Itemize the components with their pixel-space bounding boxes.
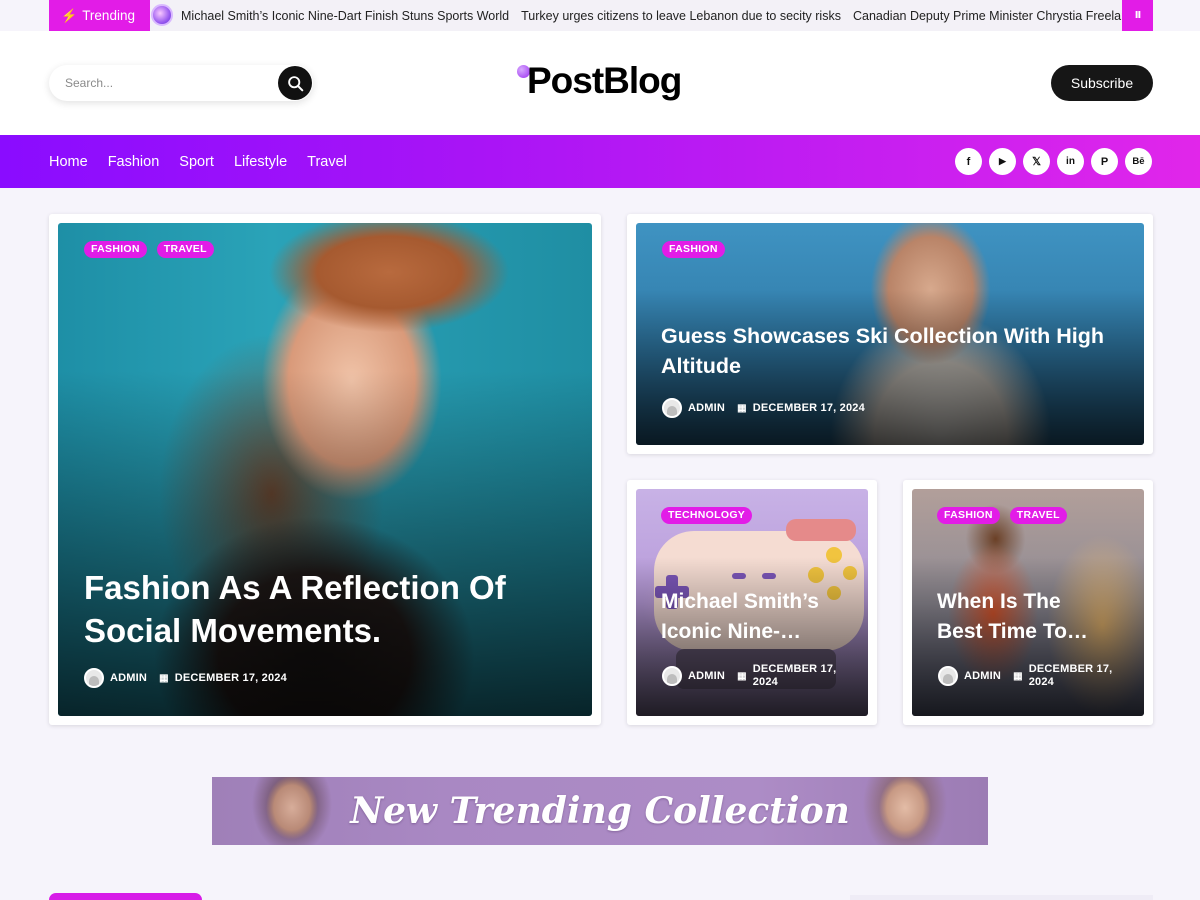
hero-post-title[interactable]: Fashion As A Reflection Of Social Moveme… <box>84 566 564 652</box>
pause-button[interactable]: II <box>1122 0 1153 31</box>
post-author[interactable]: ADMIN <box>688 402 725 414</box>
tag-fashion[interactable]: FASHION <box>662 241 725 258</box>
post-date: DECEMBER 17, 2024 <box>174 672 287 684</box>
avatar <box>662 666 682 686</box>
tag-travel[interactable]: TRAVEL <box>156 241 214 258</box>
ticker-item[interactable]: Canadian Deputy Prime Minister Chrystia … <box>853 9 1128 23</box>
hero-post-tags: FASHION TRAVEL <box>84 241 214 258</box>
behance-icon[interactable]: Bē <box>1125 148 1152 175</box>
subscribe-button[interactable]: Subscribe <box>1051 65 1153 101</box>
post-author[interactable]: ADMIN <box>688 670 725 682</box>
lightning-icon: ⚡ <box>61 7 78 23</box>
avatar <box>938 666 958 686</box>
post-date: DECEMBER 17, 2024 <box>1028 663 1113 688</box>
post-date: DECEMBER 17, 2024 <box>752 402 865 414</box>
featured-post-meta: ADMIN ▦ DECEMBER 17, 2024 <box>662 398 865 418</box>
tag-technology[interactable]: TECHNOLOGY <box>661 507 753 524</box>
post-date: DECEMBER 17, 2024 <box>752 663 837 688</box>
promo-banner[interactable]: New Trending Collection <box>212 777 988 845</box>
small-post-meta: ADMIN ▦ DECEMBER 17, 2024 <box>938 663 1138 689</box>
ticker-items: Michael Smith’s Iconic Nine-Dart Finish … <box>181 0 1128 31</box>
small-post-meta: ADMIN ▦ DECEMBER 17, 2024 <box>662 663 862 689</box>
youtube-icon[interactable]: ▶ <box>989 148 1016 175</box>
sidebar-widget-edge <box>850 895 1153 900</box>
avatar <box>662 398 682 418</box>
small-post-title[interactable]: When Is The Best Time To… <box>937 587 1097 647</box>
nav-lifestyle[interactable]: Lifestyle <box>234 154 287 170</box>
main-nav: Home Fashion Sport Lifestyle Travel f ▶ … <box>0 135 1200 188</box>
featured-post-tags: FASHION <box>662 241 725 258</box>
small-post-tags: TECHNOLOGY <box>661 507 753 524</box>
facebook-icon[interactable]: f <box>955 148 982 175</box>
small-post-card[interactable]: TECHNOLOGY Michael Smith’s Iconic Nine-…… <box>627 480 877 725</box>
nav-links: Home Fashion Sport Lifestyle Travel <box>49 135 367 188</box>
post-author[interactable]: ADMIN <box>110 672 147 684</box>
pause-icon: II <box>1134 10 1142 21</box>
pinterest-icon[interactable]: P <box>1091 148 1118 175</box>
post-author[interactable]: ADMIN <box>964 670 1001 682</box>
calendar-icon: ▦ <box>737 402 747 414</box>
site-header: PostBlog Subscribe <box>0 31 1200 135</box>
nav-fashion[interactable]: Fashion <box>108 154 160 170</box>
nav-sport[interactable]: Sport <box>179 154 214 170</box>
trending-ticker: ⚡ Trending Michael Smith’s Iconic Nine-D… <box>0 0 1200 31</box>
banner-text: New Trending Collection <box>350 790 850 832</box>
avatar <box>84 668 104 688</box>
featured-post-title[interactable]: Guess Showcases Ski Collection With High… <box>661 321 1111 381</box>
trending-badge: ⚡ Trending <box>49 0 150 31</box>
small-post-title[interactable]: Michael Smith’s Iconic Nine-… <box>661 587 846 647</box>
ticker-thumbnail[interactable] <box>151 4 173 26</box>
nav-home[interactable]: Home <box>49 154 88 170</box>
ticker-track: ⚡ Trending Michael Smith’s Iconic Nine-D… <box>49 0 1153 31</box>
small-post-card[interactable]: FASHION TRAVEL When Is The Best Time To…… <box>903 480 1153 725</box>
social-links: f ▶ 𝕏 in P Bē <box>955 148 1152 175</box>
tag-fashion[interactable]: FASHION <box>84 241 147 258</box>
calendar-icon: ▦ <box>737 670 747 682</box>
featured-post-card[interactable]: FASHION Guess Showcases Ski Collection W… <box>627 214 1153 454</box>
search-box <box>49 65 313 101</box>
hero-post-meta: ADMIN ▦ DECEMBER 17, 2024 <box>84 668 287 688</box>
calendar-icon: ▦ <box>1013 670 1023 682</box>
ticker-item[interactable]: Turkey urges citizens to leave Lebanon d… <box>521 9 841 23</box>
trending-label: Trending <box>82 8 135 23</box>
linkedin-icon[interactable]: in <box>1057 148 1084 175</box>
nav-travel[interactable]: Travel <box>307 154 347 170</box>
search-input[interactable] <box>65 74 265 92</box>
small-post-tags: FASHION TRAVEL <box>937 507 1067 524</box>
tag-fashion[interactable]: FASHION <box>937 507 1000 524</box>
tag-travel[interactable]: TRAVEL <box>1009 507 1067 524</box>
ticker-item[interactable]: Michael Smith’s Iconic Nine-Dart Finish … <box>181 9 509 23</box>
x-icon[interactable]: 𝕏 <box>1023 148 1050 175</box>
search-icon <box>287 75 303 91</box>
search-button[interactable] <box>278 66 312 100</box>
section-heading-pill <box>49 893 202 900</box>
calendar-icon: ▦ <box>159 672 169 684</box>
hero-post-card[interactable]: FASHION TRAVEL Fashion As A Reflection O… <box>49 214 601 725</box>
site-logo[interactable]: PostBlog <box>517 53 682 109</box>
logo-text: PostBlog <box>527 60 682 101</box>
